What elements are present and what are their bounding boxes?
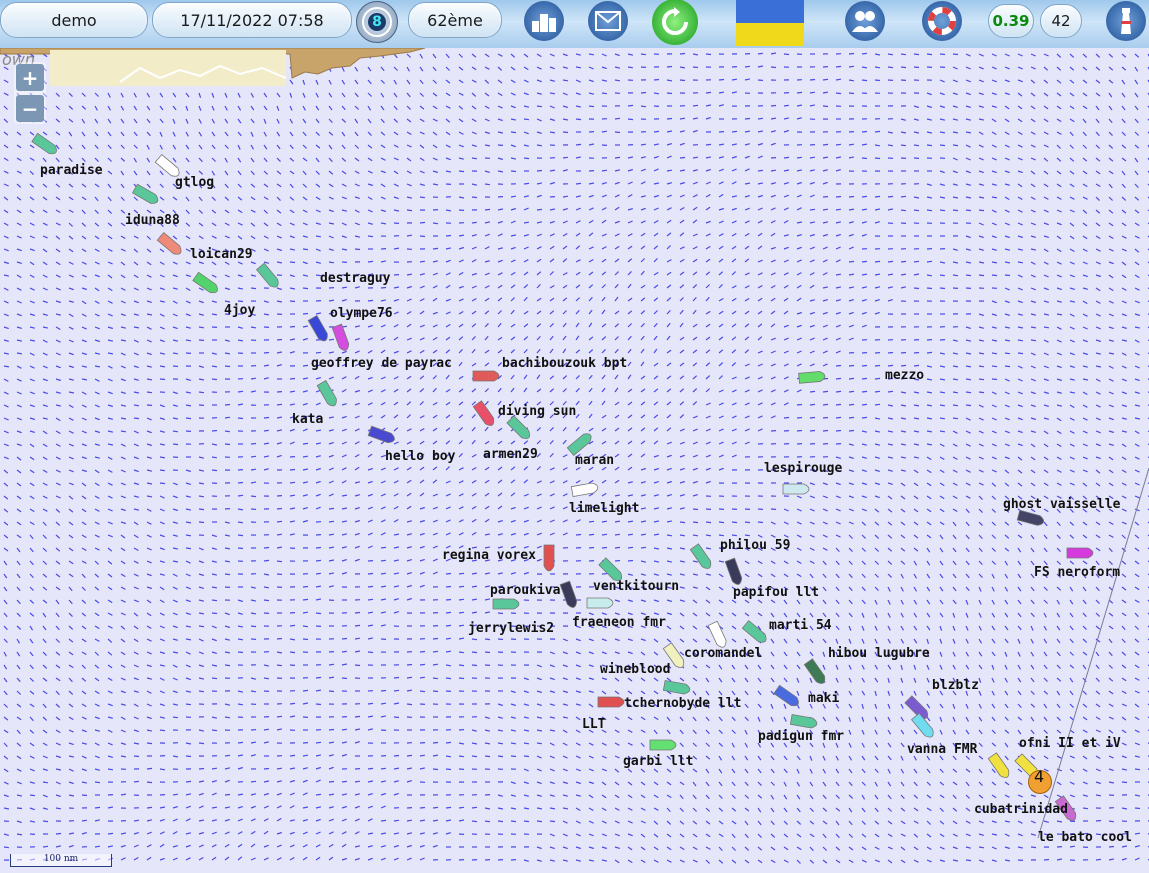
boat-label[interactable]: destraguy <box>320 271 390 286</box>
boat-4joy-icon[interactable] <box>192 271 220 295</box>
boat-garbi-llt-icon[interactable] <box>649 739 677 751</box>
boat-limelight-icon[interactable] <box>570 482 599 497</box>
boat-label[interactable]: hibou lugubre <box>828 646 930 661</box>
boat-maki-icon[interactable] <box>773 684 801 708</box>
boat-label[interactable]: padigun fmr <box>758 729 844 744</box>
boat-loican29-icon[interactable] <box>156 231 183 257</box>
boat-label[interactable]: philou 59 <box>720 538 790 553</box>
boat-fs-neroform-icon[interactable] <box>1066 547 1094 559</box>
boat-label[interactable]: iduna88 <box>125 213 180 228</box>
boat-label[interactable]: gtlog <box>175 175 214 190</box>
boat-armen29-icon[interactable] <box>506 415 532 441</box>
boat-destraguy-icon[interactable] <box>255 262 281 289</box>
zoom-in-button[interactable]: + <box>16 64 44 91</box>
boat-llt-icon[interactable] <box>597 696 625 708</box>
boat-maran-icon[interactable] <box>566 431 593 457</box>
boat-label[interactable]: mezzo <box>885 368 924 383</box>
boat-label[interactable]: papifou llt <box>733 585 819 600</box>
boat-label[interactable]: limelight <box>569 501 639 516</box>
boat-label[interactable]: fraeneon fmr <box>572 615 666 630</box>
scale-label: 100 nm <box>43 854 79 864</box>
boat-label[interactable]: cubatrinidad <box>974 802 1068 817</box>
boat-regina-vorex-icon[interactable] <box>543 544 555 572</box>
flag-icon[interactable] <box>736 0 804 46</box>
boat-label[interactable]: diving sun <box>498 404 576 419</box>
boat-label[interactable]: jerrylewis2 <box>468 621 554 636</box>
boat-label[interactable]: 4joy <box>224 303 255 318</box>
boat-paroukiva-icon[interactable] <box>559 580 578 609</box>
boat-papifou-llt-icon[interactable] <box>724 557 743 586</box>
mail-icon[interactable] <box>588 1 628 41</box>
boat-bachibouzouk-bpt-icon[interactable] <box>472 370 500 382</box>
boat-label[interactable]: bachibouzouk bpt <box>502 356 627 371</box>
zoom-control: + − <box>14 62 46 124</box>
podium-icon[interactable] <box>524 1 564 41</box>
boat-philou-59-icon[interactable] <box>689 543 713 571</box>
boat-label[interactable]: regina vorex <box>442 548 536 563</box>
boat-label[interactable]: vanna FMR <box>907 742 977 757</box>
stat-display-2[interactable]: 42 <box>1040 4 1082 38</box>
boat-label[interactable]: wineblood <box>600 662 670 677</box>
boat-label[interactable]: coromandel <box>684 646 762 661</box>
boat-label[interactable]: geoffrey de payrac <box>311 356 452 371</box>
stat-display-1[interactable]: 0.39 <box>988 4 1034 38</box>
lifebuoy-icon[interactable] <box>922 1 962 41</box>
boat-label[interactable]: paroukiva <box>490 583 560 598</box>
boat-diving-sun-icon[interactable] <box>472 400 496 428</box>
team-icon[interactable] <box>845 1 885 41</box>
datetime-display[interactable]: 17/11/2022 07:58 <box>152 2 352 38</box>
boat-hibou-lugubre-icon[interactable] <box>803 658 827 686</box>
boat-paradise-icon[interactable] <box>31 132 59 156</box>
boat-label[interactable]: ofni II et iV <box>1019 736 1121 751</box>
boat-label[interactable]: FS neroform <box>1034 565 1120 580</box>
boat-coromandel-icon[interactable] <box>707 620 728 649</box>
boat-ghost-vaisselle-icon[interactable] <box>1016 509 1045 526</box>
boat-kata-icon[interactable] <box>316 379 339 409</box>
boat-hello-boy-icon[interactable] <box>367 425 396 444</box>
boat-label[interactable]: kata <box>292 412 323 427</box>
boat-label[interactable]: olympe76 <box>330 306 393 321</box>
boat-label[interactable]: paradise <box>40 163 103 178</box>
refresh-icon[interactable] <box>652 0 698 45</box>
boat-label[interactable]: maran <box>575 453 614 468</box>
boat-ofni-ii-et-iv-icon[interactable] <box>987 752 1011 780</box>
boat-label[interactable]: ghost vaisselle <box>1003 497 1120 512</box>
boat-label[interactable]: loican29 <box>190 247 253 262</box>
rank-display[interactable]: 62ème <box>408 2 502 38</box>
route-line <box>1037 467 1149 839</box>
boat-label[interactable]: maki <box>808 691 839 706</box>
scale-bar: 100 nm <box>10 854 112 867</box>
boat-mezzo-icon[interactable] <box>798 371 826 384</box>
boat-iduna88-icon[interactable] <box>131 183 161 206</box>
boat-label[interactable]: tchernobyde llt <box>624 696 741 711</box>
boat-label[interactable]: armen29 <box>483 447 538 462</box>
boat-geoffrey-de-payrac-icon[interactable] <box>307 314 330 344</box>
boat-label[interactable]: blzblz <box>932 678 979 693</box>
boat-jerrylewis2-icon[interactable] <box>492 598 520 610</box>
boat-padigun-fmr-icon[interactable] <box>789 714 818 729</box>
boat-tchernobyde-llt-icon[interactable] <box>662 680 691 695</box>
boat-label[interactable]: LLT <box>582 717 605 732</box>
race-map[interactable]: own + − paradise gtlog iduna88 loican29 dest… <box>0 48 1149 873</box>
boat-olympe76-icon[interactable] <box>331 323 350 352</box>
boat-lespirouge-icon[interactable] <box>782 483 810 495</box>
lighthouse-icon[interactable] <box>1106 1 1146 41</box>
marker-number: 4 <box>1034 767 1045 786</box>
boat-label[interactable]: hello boy <box>385 449 455 464</box>
position-marker[interactable]: 4 <box>1028 767 1052 794</box>
user-button[interactable]: demo <box>0 2 148 38</box>
compass-icon[interactable]: 8 <box>356 1 398 43</box>
boat-marti-54-icon[interactable] <box>741 619 768 645</box>
boat-label[interactable]: lespirouge <box>764 461 842 476</box>
boat-label[interactable]: ventkitourn <box>593 579 679 594</box>
wind-badge: 8 <box>372 14 382 30</box>
zoom-out-button[interactable]: − <box>16 95 44 122</box>
top-toolbar: demo 17/11/2022 07:58 8 62ème 0.39 42 <box>0 0 1149 48</box>
boat-label[interactable]: le bato cool <box>1038 830 1132 845</box>
boat-fraeneon-fmr-icon[interactable] <box>586 597 614 609</box>
boat-label[interactable]: garbi llt <box>623 754 693 769</box>
boat-label[interactable]: marti 54 <box>769 618 832 633</box>
